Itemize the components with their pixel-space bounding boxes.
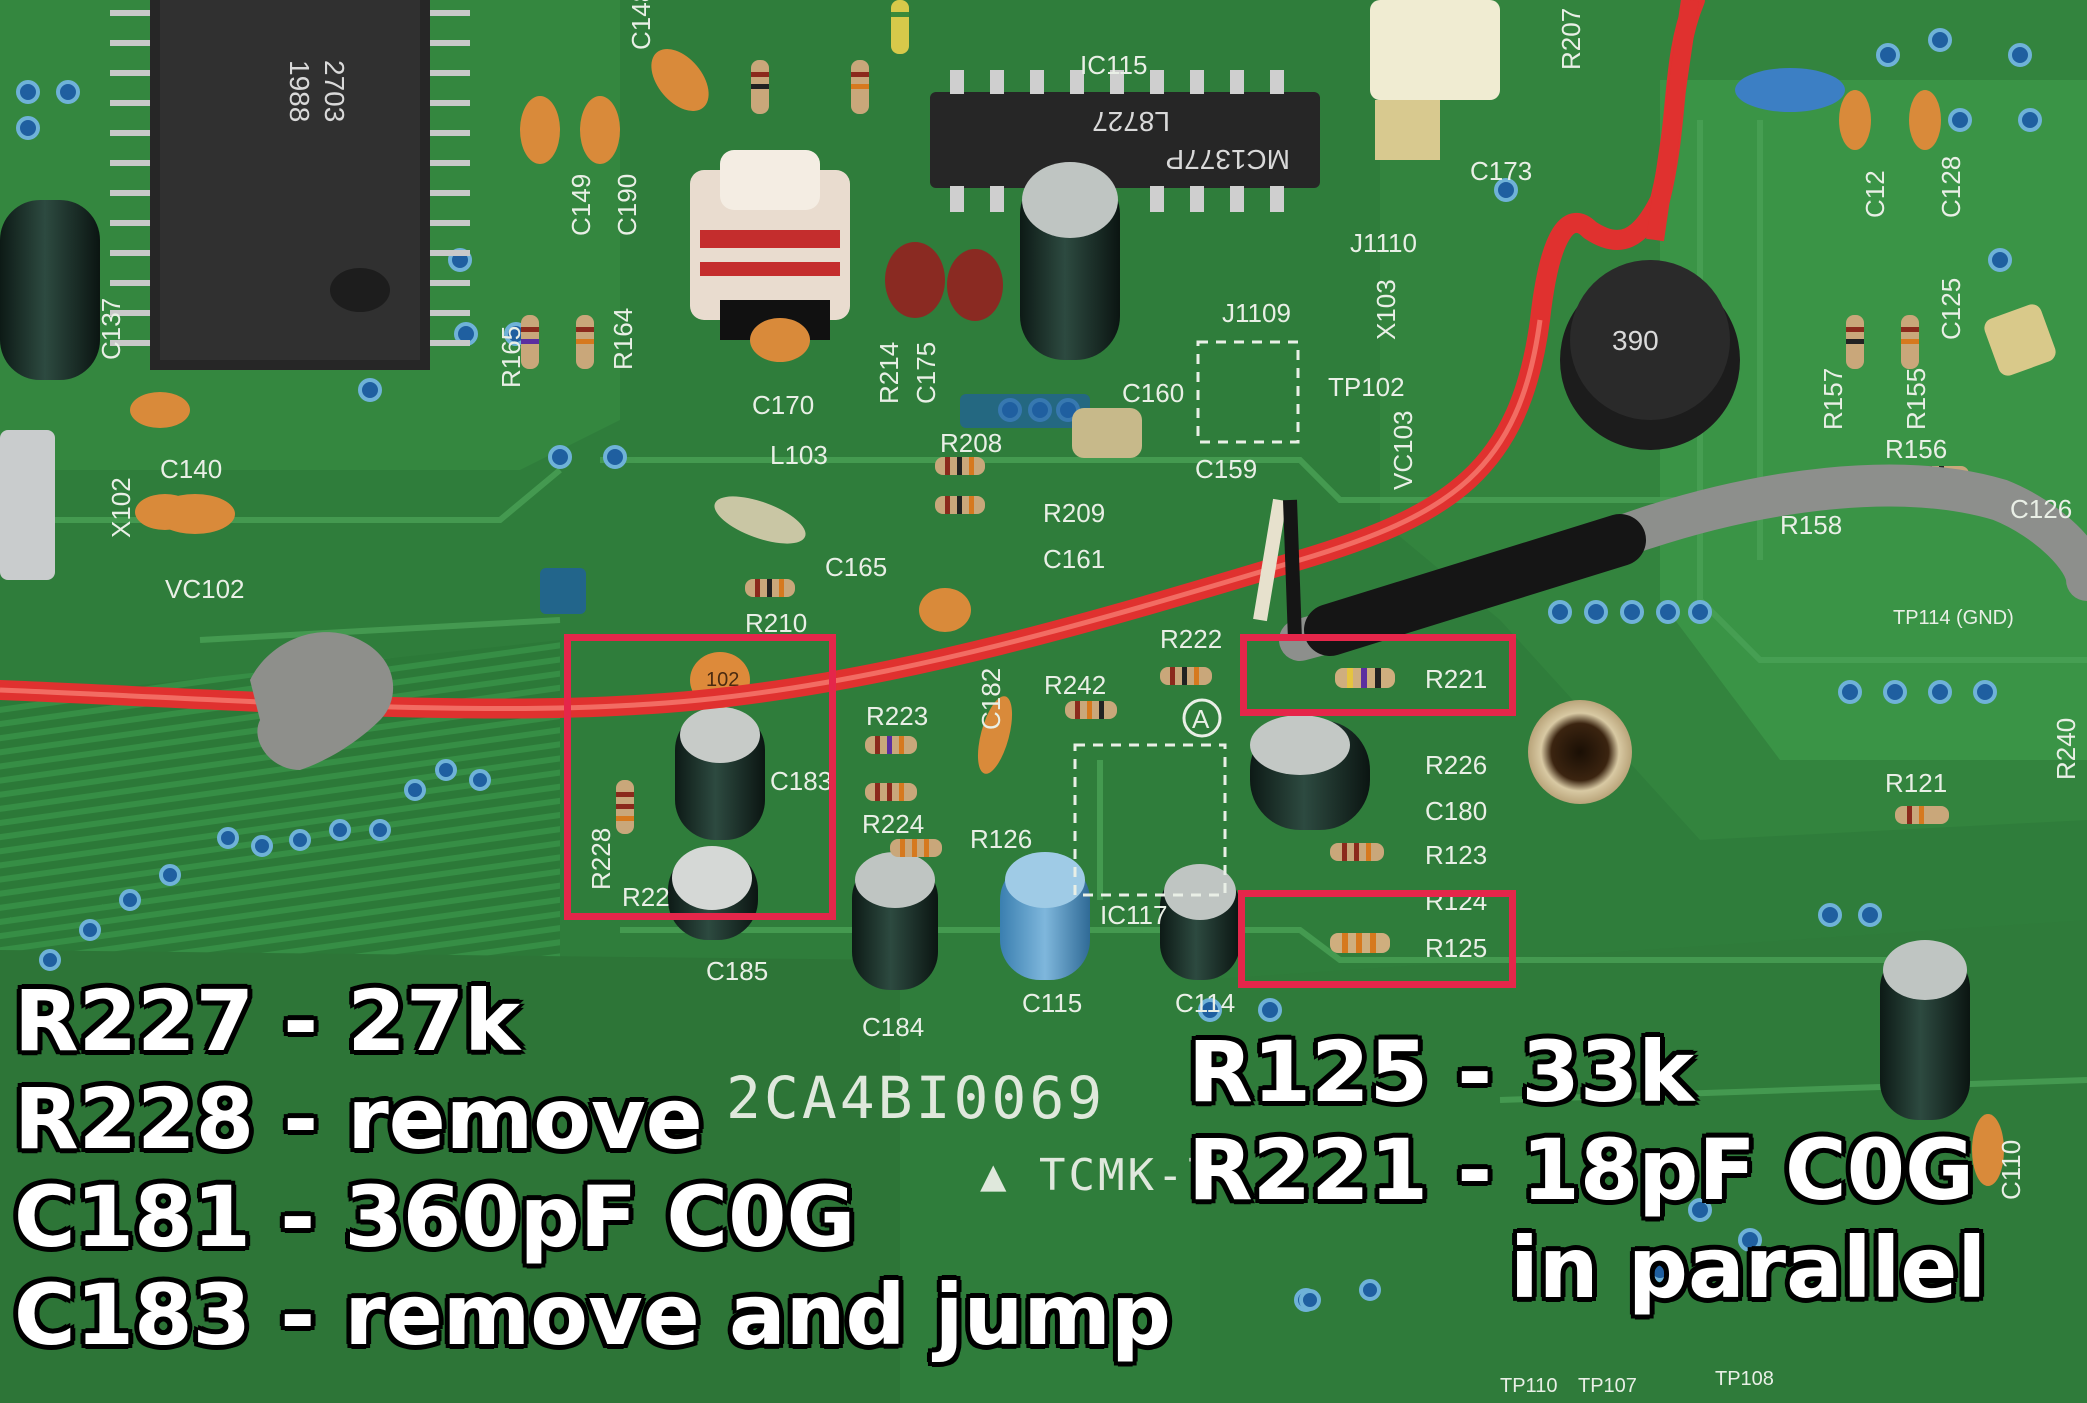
label-c161: C161 — [1043, 544, 1105, 574]
label-r242: R242 — [1044, 670, 1106, 700]
mounting-hole — [1528, 700, 1632, 804]
label-c160: C160 — [1122, 378, 1184, 408]
annotation-c183: C183 - remove and jump — [14, 1266, 1172, 1364]
label-r214: R214 — [874, 342, 904, 404]
label-r209: R209 — [1043, 498, 1105, 528]
chip-marking-code: 2703 — [319, 60, 350, 122]
label-r156: R156 — [1885, 434, 1947, 464]
highlight-box-r125 — [1238, 890, 1516, 988]
annotation-r227: R227 - 27k — [14, 972, 521, 1070]
label-c149: C149 — [566, 174, 596, 236]
inductor-marking: 390 — [1612, 325, 1659, 356]
label-c12: C12 — [1860, 170, 1890, 218]
annotation-r221: R221 - 18pF C0G — [1188, 1121, 1975, 1219]
label-c137: C137 — [96, 298, 126, 360]
label-c159: C159 — [1195, 454, 1257, 484]
label-tp102: TP102 — [1328, 372, 1405, 402]
label-tp107: TP107 — [1578, 1375, 1637, 1397]
annotation-c181: C181 - 360pF C0G — [14, 1168, 856, 1266]
ic-marking: MC1377P — [1165, 144, 1290, 175]
label-c148: C148 — [626, 0, 656, 50]
label-r240: R240 — [2051, 718, 2081, 780]
label-r126: R126 — [970, 824, 1032, 854]
label-c175: C175 — [911, 342, 941, 404]
label-j1110: J1110 — [1350, 228, 1417, 258]
label-j1109: J1109 — [1222, 298, 1291, 328]
label-c110: C110 — [1996, 1140, 2026, 1200]
highlight-box-r227-r228-c181-c183 — [564, 634, 836, 920]
label-r222: R222 — [1160, 624, 1222, 654]
label-ic117: IC117 — [1100, 900, 1167, 930]
label-c126: C126 — [2010, 494, 2072, 524]
label-r121: R121 — [1885, 768, 1947, 798]
photo-pcb: 1988 2703 MC1377P L8727 390 102 C183 R22… — [0, 0, 2087, 1403]
chip-marking: 1988 — [284, 60, 315, 122]
label-c182: C182 — [976, 668, 1006, 730]
label-c170: C170 — [752, 390, 814, 420]
label-r157: R157 — [1818, 368, 1848, 430]
label-r223: R223 — [866, 701, 928, 731]
label-c165: C165 — [825, 552, 887, 582]
label-r207: R207 — [1556, 8, 1586, 70]
label-a-mark: A — [1192, 704, 1210, 734]
label-r158: R158 — [1780, 510, 1842, 540]
label-r164: R164 — [608, 308, 638, 370]
label-l103: L103 — [770, 440, 828, 470]
ic-marking-sub: L8727 — [1092, 106, 1170, 137]
label-r123: R123 — [1425, 840, 1487, 870]
label-c128: C128 — [1936, 156, 1966, 218]
label-c180: C180 — [1425, 796, 1487, 826]
annotation-r125: R125 - 33k — [1188, 1023, 1695, 1121]
annotation-right: R125 - 33k R221 - 18pF C0G in parallel — [1188, 1023, 1986, 1317]
label-tp110: TP110 — [1500, 1375, 1557, 1397]
label-c190: C190 — [612, 174, 642, 236]
label-r224: R224 — [862, 809, 924, 839]
label-r155: R155 — [1901, 368, 1931, 430]
highlight-box-r221 — [1240, 634, 1516, 716]
label-x103: X103 — [1371, 279, 1401, 340]
annotation-r228: R228 - remove — [14, 1070, 703, 1168]
label-tp108: TP108 — [1715, 1368, 1774, 1390]
label-c140: C140 — [160, 454, 222, 484]
label-vc102: VC102 — [165, 574, 245, 604]
label-r226: R226 — [1425, 750, 1487, 780]
label-x102: X102 — [106, 477, 136, 538]
label-r165: R165 — [496, 326, 526, 388]
label-c173: C173 — [1470, 156, 1532, 186]
annotation-parallel: in parallel — [1510, 1219, 1987, 1317]
label-ic115: IC115 — [1080, 50, 1147, 80]
label-c125: C125 — [1936, 278, 1966, 340]
label-c114: C114 — [1175, 988, 1235, 1018]
label-vc103: VC103 — [1388, 411, 1418, 491]
label-r208: R208 — [940, 428, 1002, 458]
annotation-left: R227 - 27k R228 - remove C181 - 360pF C0… — [14, 972, 1171, 1364]
label-tp114: TP114 (GND) — [1893, 607, 2014, 629]
